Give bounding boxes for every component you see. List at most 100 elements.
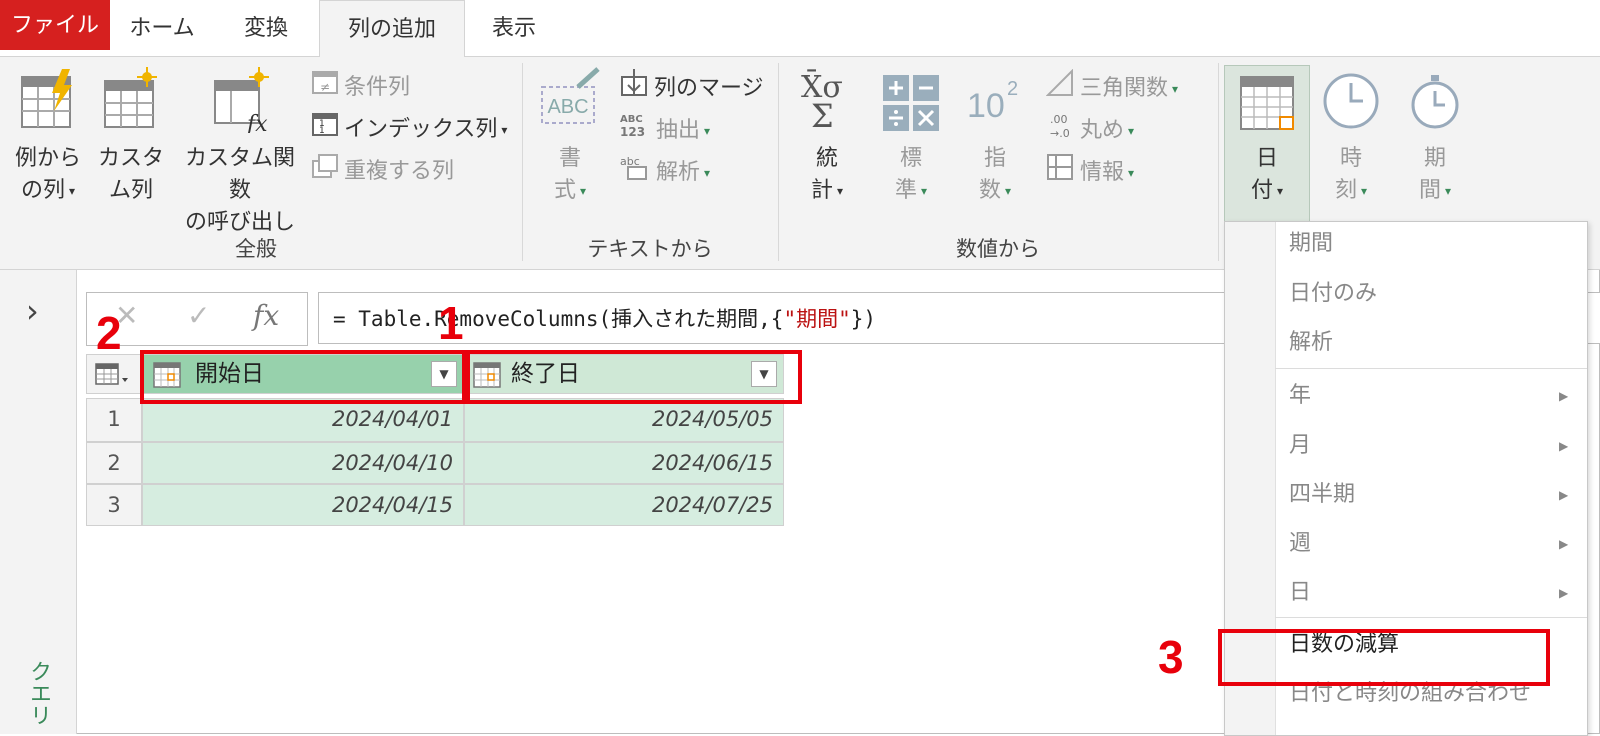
svg-text:≠: ≠: [320, 80, 330, 94]
statistics-label-2: 計 ▾: [810, 178, 844, 203]
svg-text:.00: .00: [1050, 113, 1068, 126]
index-column-button[interactable]: 1 1 インデックス列 ▾: [312, 111, 507, 147]
calendar-icon: [1240, 76, 1294, 130]
table-icon: [95, 363, 128, 385]
scientific-label-1: 指: [983, 146, 1006, 171]
tab-file[interactable]: ファイル: [0, 0, 110, 50]
row-number[interactable]: 3: [86, 484, 142, 526]
time-label-1: 時: [1339, 146, 1362, 171]
formula-text-string: "期間": [783, 307, 851, 331]
triangle-icon: [1045, 68, 1074, 109]
extract-button[interactable]: ABC 123 抽出 ▾: [620, 111, 710, 147]
column-from-examples-label-2: の列 ▾: [20, 178, 76, 203]
scientific-button[interactable]: 10 2 指 数 ▾: [962, 67, 1028, 207]
tab-transform[interactable]: 変換: [222, 0, 310, 56]
group-label-number: 数値から: [956, 237, 1040, 261]
svg-text:→.0: →.0: [1050, 127, 1070, 139]
information-icon: [1046, 153, 1074, 193]
group-separator: [522, 63, 523, 261]
statistics-button[interactable]: X̄σ Σ 統 計 ▾: [794, 67, 860, 207]
ribbon-tab-bar: ファイル ホーム 変換 列の追加 表示: [0, 0, 1600, 58]
svg-text:ABC: ABC: [620, 114, 643, 125]
menu-item-duration[interactable]: 期間: [1289, 224, 1333, 264]
menu-item-week[interactable]: 週 ▶: [1289, 524, 1568, 564]
submenu-arrow-icon: ▶: [1559, 586, 1569, 600]
submenu-arrow-icon: ▶: [1559, 389, 1569, 403]
duration-label-1: 期: [1423, 146, 1446, 171]
annotation-box-start-date: [140, 350, 466, 404]
column-from-examples-icon: [21, 69, 72, 128]
invoke-custom-function-button[interactable]: fx カスタム関数 の呼び出し: [176, 67, 304, 239]
parse-button[interactable]: abc 解析 ▾: [620, 153, 710, 189]
invoke-custom-function-icon: fx: [214, 67, 269, 137]
rounding-button[interactable]: .00 →.0 丸め ▾: [1046, 111, 1134, 147]
duplicate-column-icon: [312, 153, 338, 191]
tab-home[interactable]: ホーム: [118, 0, 206, 56]
format-label-1: 書: [558, 146, 581, 171]
menu-item-quarter[interactable]: 四半期 ▶: [1289, 475, 1568, 515]
row-number[interactable]: 2: [86, 442, 142, 484]
submenu-arrow-icon: ▶: [1559, 488, 1569, 502]
date-label-2: 付 ▾: [1250, 178, 1284, 203]
table-cell[interactable]: 2024/04/10: [142, 442, 464, 484]
table-menu-button[interactable]: [86, 354, 142, 394]
trigonometry-button[interactable]: 三角関数 ▾: [1045, 68, 1178, 105]
format-label-2: 式 ▾: [553, 178, 587, 203]
table-cell[interactable]: 2024/04/01: [142, 398, 464, 442]
tab-view[interactable]: 表示: [470, 0, 558, 56]
conditional-column-button[interactable]: ≠ 条件列: [312, 69, 410, 105]
duplicate-column-button[interactable]: 重複する列: [312, 153, 454, 189]
standard-label-1: 標: [899, 146, 922, 171]
confirm-icon[interactable]: ✓: [187, 299, 210, 332]
merge-columns-button[interactable]: 列のマージ: [620, 69, 764, 105]
scientific-label-2: 数 ▾: [978, 178, 1012, 203]
row-number[interactable]: 1: [86, 398, 142, 442]
menu-item-date-only[interactable]: 日付のみ: [1289, 274, 1377, 314]
formula-text-prefix: = Table.RemoveColumns(挿入された期間,{: [333, 307, 784, 331]
custom-column-label-1: カスタ: [97, 146, 164, 171]
menu-item-parse[interactable]: 解析: [1289, 323, 1333, 363]
statistics-label-1: 統: [815, 146, 838, 171]
stopwatch-icon: [1411, 75, 1459, 129]
table-cell[interactable]: 2024/07/25: [464, 484, 784, 526]
table-cell[interactable]: 2024/04/15: [142, 484, 464, 526]
group-separator: [1218, 63, 1219, 261]
invoke-custom-function-label-1: カスタム関数: [184, 146, 295, 203]
custom-column-label-2: ム列: [108, 178, 153, 203]
standard-button[interactable]: 標 準 ▾: [878, 67, 944, 207]
date-button[interactable]: 日 付 ▾: [1226, 71, 1308, 207]
conditional-column-icon: ≠: [312, 69, 338, 107]
menu-separator: [1275, 368, 1587, 369]
menu-item-day[interactable]: 日 ▶: [1289, 573, 1568, 613]
information-button[interactable]: 情報 ▾: [1046, 153, 1134, 189]
queries-pane-label[interactable]: クエリ: [22, 660, 54, 726]
statistics-icon: X̄σΣ: [801, 69, 843, 135]
time-label-2: 刻 ▾: [1334, 178, 1368, 203]
menu-item-month[interactable]: 月 ▶: [1289, 426, 1568, 466]
scientific-icon: 10 2: [967, 78, 1018, 125]
parse-icon: abc: [620, 153, 650, 193]
svg-text:1: 1: [319, 119, 325, 129]
fx-icon[interactable]: fx: [253, 299, 279, 332]
table-cell[interactable]: 2024/05/05: [464, 398, 784, 442]
svg-text:fx: fx: [245, 112, 268, 133]
annotation-number-3: 3: [1158, 631, 1184, 683]
time-button[interactable]: 時 刻 ▾: [1312, 71, 1390, 207]
format-button[interactable]: ABC 書 式 ▾: [536, 67, 604, 207]
custom-column-button[interactable]: カスタ ム列: [96, 67, 166, 207]
table-cell[interactable]: 2024/06/15: [464, 442, 784, 484]
group-separator: [778, 63, 779, 261]
clock-icon: [1323, 73, 1379, 129]
tab-add-column[interactable]: 列の追加: [319, 0, 465, 58]
expand-chevron-icon[interactable]: ›: [26, 292, 39, 330]
column-from-examples-button[interactable]: 例から の列 ▾: [10, 67, 86, 207]
custom-column-icon: [104, 67, 157, 128]
index-column-icon: 11: [312, 111, 338, 149]
menu-item-year[interactable]: 年 ▶: [1289, 376, 1568, 416]
annotation-box-subtract-days: [1218, 629, 1550, 686]
duration-button[interactable]: 期 間 ▾: [1396, 71, 1474, 207]
standard-label-2: 準 ▾: [894, 178, 928, 203]
date-label-1: 日: [1255, 146, 1278, 171]
annotation-number-2: 2: [96, 307, 122, 359]
svg-text:Σ: Σ: [811, 97, 834, 133]
